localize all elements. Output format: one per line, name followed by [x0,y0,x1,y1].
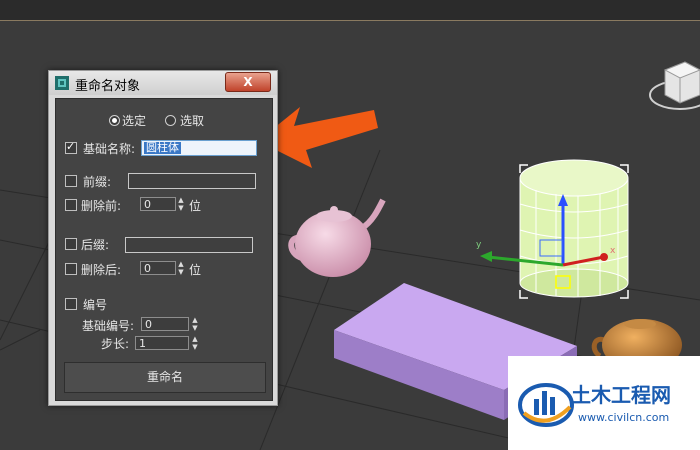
numbered-checkbox[interactable] [65,298,77,310]
radio-selected-label: 选定 [122,114,147,128]
base-name-checkbox[interactable] [65,140,77,154]
base-name-value: 圆柱体 [144,141,181,154]
dialog-title: 重命名对象 [75,79,141,94]
rename-objects-dialog: 重命名对象 X 选定 选取 基础名称: 圆柱体 前缀: 删除前: 0 ▲▼ 位 … [48,70,278,406]
step-label: 步长: [101,337,130,351]
top-toolbar [0,0,700,21]
remove-last-spinner[interactable]: 0 [140,261,176,275]
radio-selected[interactable] [109,115,120,126]
remove-first-label: 删除前: [81,199,122,213]
suffix-input[interactable] [125,237,253,253]
suffix-label: 后缀: [81,238,110,252]
base-name-label: 基础名称: [83,142,136,156]
remove-last-label: 删除后: [81,263,122,277]
prefix-label: 前缀: [83,175,112,189]
dialog-titlebar[interactable]: 重命名对象 X [49,71,277,95]
cylinder-selected[interactable] [519,159,629,299]
gizmo-label-x: x [610,246,616,256]
remove-last-checkbox[interactable] [65,263,77,275]
dialog-panel: 选定 选取 基础名称: 圆柱体 前缀: 删除前: 0 ▲▼ 位 后缀: 删除后:… [55,98,273,401]
base-name-input[interactable]: 圆柱体 [141,140,257,156]
base-number-spinner[interactable]: 0 [141,317,189,331]
remove-first-spinner[interactable]: 0 [140,197,176,211]
site-logo: 土木工程网 www.civilcn.com [508,356,700,450]
prefix-checkbox[interactable] [65,175,77,187]
radio-pick-label: 选取 [180,114,205,128]
remove-last-spinner-arrows[interactable]: ▲ ▼ [176,260,186,276]
step-spinner[interactable]: 1 [135,336,189,350]
base-number-label: 基础编号: [82,319,135,333]
remove-first-spinner-arrows[interactable]: ▲ ▼ [176,196,186,212]
logo-site-name: 土木工程网 [571,383,671,407]
radio-pick[interactable] [165,115,176,126]
max-app-icon [55,76,69,90]
prefix-input[interactable] [128,173,256,189]
logo-site-url: www.civilcn.com [578,411,670,424]
suffix-checkbox[interactable] [65,238,77,250]
civilcn-logo-icon [518,383,574,427]
remove-first-unit: 位 [189,199,202,213]
rename-button[interactable]: 重命名 [64,362,266,393]
close-button[interactable]: X [225,72,271,92]
remove-first-checkbox[interactable] [65,199,77,211]
remove-last-unit: 位 [189,263,202,277]
step-spinner-arrows[interactable]: ▲ ▼ [190,335,200,351]
gizmo-label-y: y [476,240,482,250]
numbered-label: 编号 [83,298,108,312]
base-number-spinner-arrows[interactable]: ▲ ▼ [190,316,200,332]
